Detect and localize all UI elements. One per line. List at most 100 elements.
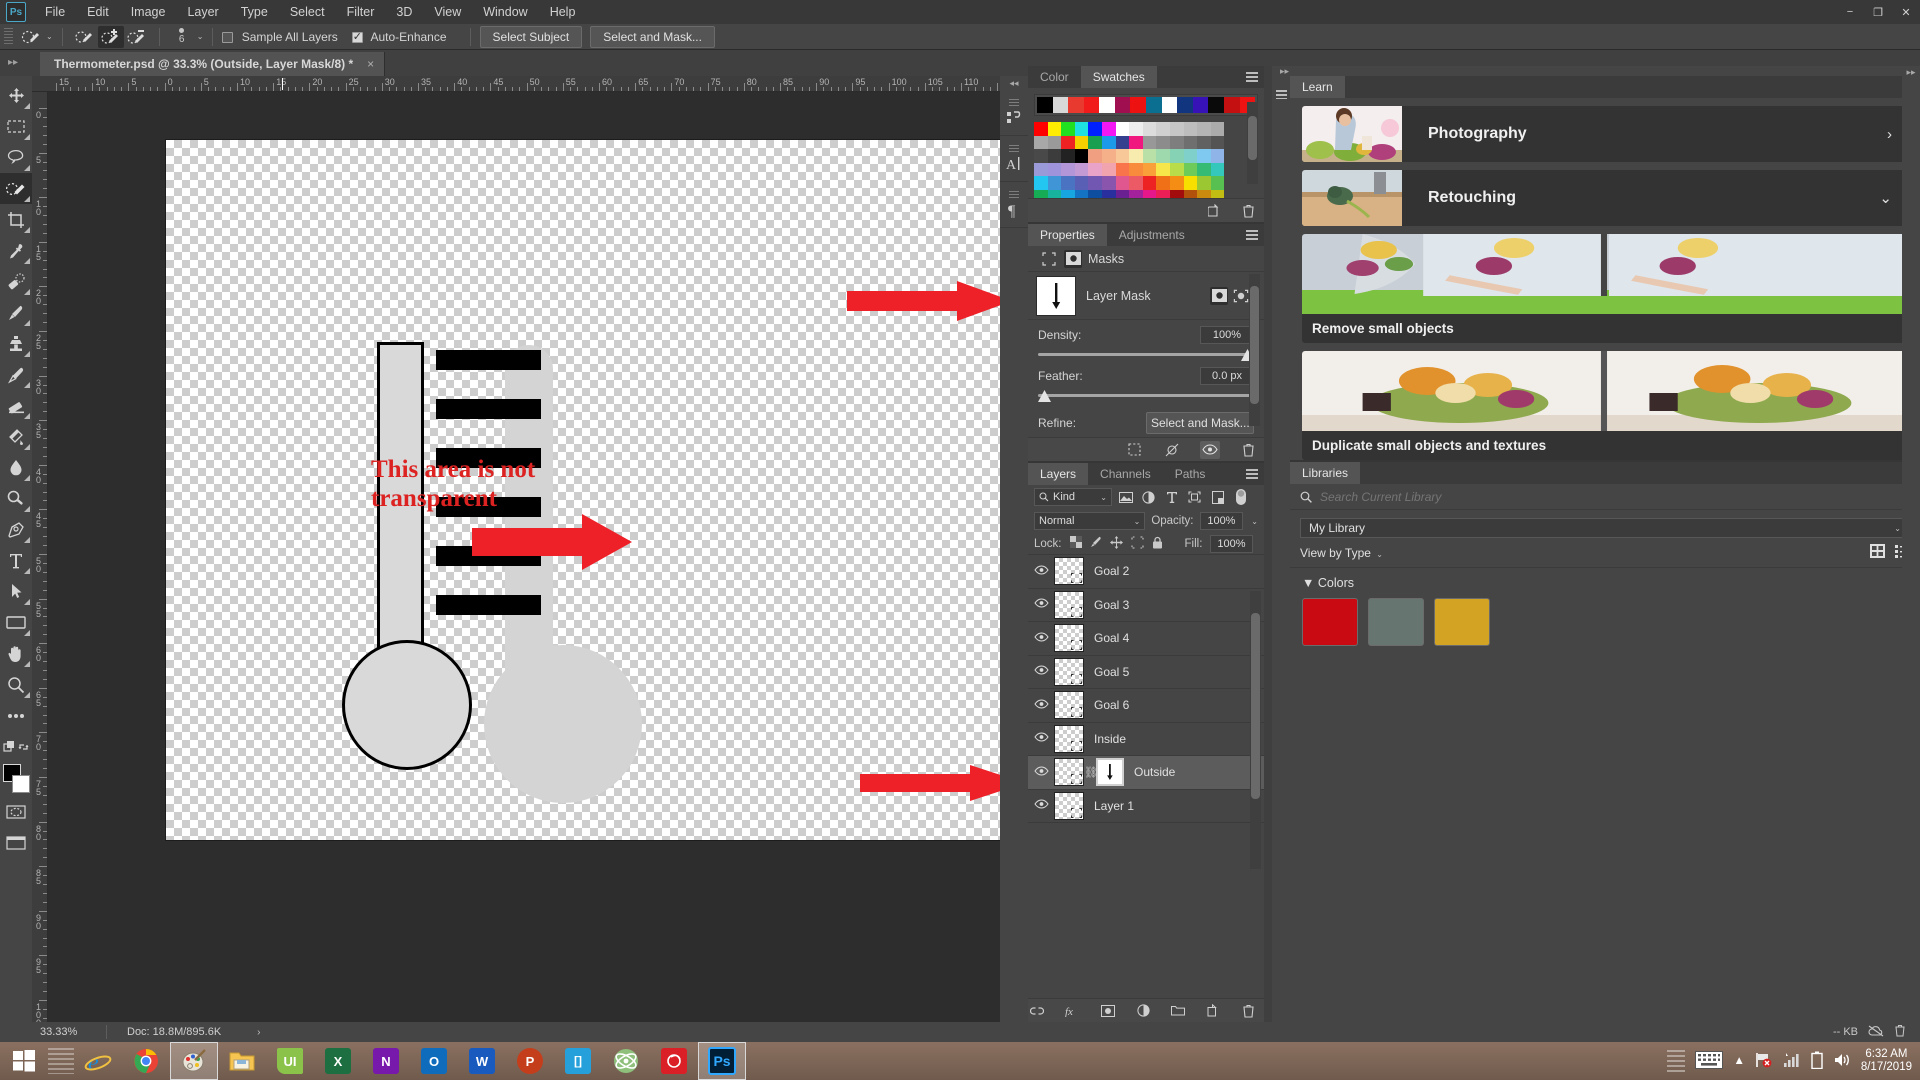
swatch[interactable] — [1074, 176, 1089, 190]
swatch[interactable] — [1101, 149, 1116, 163]
chevron-down-icon[interactable]: ⌄ — [1894, 524, 1901, 533]
taskbar-photoshop[interactable]: Ps — [698, 1042, 746, 1080]
brush-size-control[interactable]: 6 — [169, 28, 195, 45]
disclosure-triangle-icon[interactable]: ▼ — [1302, 576, 1314, 590]
panel-menu-icon[interactable] — [1246, 469, 1258, 479]
new-swatch-icon[interactable] — [1204, 202, 1224, 220]
swatch[interactable] — [1101, 122, 1116, 136]
layer-row[interactable]: Goal 5 — [1028, 656, 1264, 689]
properties-select-and-mask-button[interactable]: Select and Mask... — [1146, 412, 1254, 434]
swatch[interactable] — [1129, 149, 1143, 163]
menu-file[interactable]: File — [34, 0, 76, 24]
swatch[interactable] — [1156, 176, 1170, 190]
layer-visibility-eye-icon[interactable] — [1028, 598, 1054, 611]
select-and-mask-button[interactable]: Select and Mask... — [590, 25, 715, 48]
preset-chevron-down-icon[interactable]: ⌄ — [46, 32, 53, 41]
wifi-signal-icon[interactable] — [1783, 1052, 1801, 1071]
new-adjustment-layer-icon[interactable] — [1134, 1002, 1152, 1020]
layer-visibility-eye-icon[interactable] — [1028, 665, 1054, 678]
taskbar-excel[interactable]: X — [314, 1042, 362, 1080]
quick-mask-mode-icon[interactable] — [0, 796, 32, 827]
blur-tool[interactable] — [0, 452, 32, 483]
tab-layers[interactable]: Layers — [1028, 463, 1089, 485]
swatch[interactable] — [1061, 162, 1075, 177]
panel-menu-icon[interactable] — [1275, 90, 1287, 99]
swatch[interactable] — [1197, 176, 1211, 190]
library-color-chips[interactable] — [1302, 598, 1908, 646]
swatch[interactable] — [1047, 162, 1062, 177]
layer-visibility-eye-icon[interactable] — [1028, 799, 1054, 812]
chevron-down-icon[interactable]: ⌄ — [1100, 493, 1107, 502]
recent-swatch[interactable] — [1177, 97, 1193, 113]
layer-thumbnail[interactable] — [1054, 624, 1084, 653]
swatch[interactable] — [1088, 135, 1102, 150]
tab-properties[interactable]: Properties — [1028, 224, 1107, 246]
document-tab-thermometer[interactable]: Thermometer.psd @ 33.3% (Outside, Layer … — [40, 52, 386, 76]
layers-scrollbar[interactable] — [1250, 591, 1261, 869]
opacity-chevron-down-icon[interactable]: ⌄ — [1251, 517, 1258, 526]
properties-scrollbar[interactable] — [1249, 274, 1260, 426]
delete-swatch-trash-icon[interactable] — [1238, 202, 1258, 220]
artboard-transparent-checkerboard[interactable]: This area is not transparent — [166, 140, 1000, 840]
swatch[interactable] — [1197, 149, 1211, 163]
taskbar-grip-icon[interactable] — [48, 1048, 74, 1074]
chevron-down-icon[interactable]: ⌄ — [1376, 550, 1383, 559]
character-panel-icon[interactable]: A — [1000, 136, 1028, 182]
tab-paths[interactable]: Paths — [1163, 463, 1218, 485]
zoom-tool[interactable] — [0, 669, 32, 700]
start-button[interactable] — [0, 1042, 48, 1080]
taskbar-internet-explorer[interactable]: e — [74, 1042, 122, 1080]
link-layers-icon[interactable] — [1028, 1002, 1046, 1020]
swatch[interactable] — [1156, 122, 1170, 136]
swatch[interactable] — [1034, 176, 1048, 190]
load-selection-from-mask-icon[interactable] — [1124, 441, 1144, 459]
swatch[interactable] — [1129, 176, 1143, 190]
brush-chevron-down-icon[interactable]: ⌄ — [197, 32, 204, 41]
collapse-right-dock-icon[interactable]: ▸▸ — [1902, 66, 1920, 78]
lock-all-padlock-icon[interactable] — [1152, 536, 1163, 552]
swatch[interactable] — [1169, 162, 1184, 177]
tray-grip-icon[interactable] — [1667, 1050, 1686, 1072]
swatch-grid[interactable] — [1034, 122, 1258, 204]
taskbar-ui-app[interactable]: UI — [266, 1042, 314, 1080]
panel-menu-icon[interactable] — [1246, 72, 1258, 82]
learn-card-photography[interactable]: Photography › — [1302, 106, 1908, 162]
swatches-scrollbar[interactable] — [1247, 102, 1258, 184]
taskbar-atom[interactable] — [602, 1042, 650, 1080]
swatch[interactable] — [1156, 162, 1170, 177]
type-tool[interactable] — [0, 545, 32, 576]
filter-adjustment-layers-icon[interactable] — [1139, 488, 1158, 506]
cloud-sync-icon[interactable] — [1868, 1025, 1884, 1040]
recent-swatch[interactable] — [1099, 97, 1115, 113]
taskbar-onenote[interactable]: N — [362, 1042, 410, 1080]
swatch[interactable] — [1047, 135, 1062, 150]
hand-tool[interactable] — [0, 638, 32, 669]
scrollbar-thumb[interactable] — [1251, 613, 1260, 799]
battery-icon[interactable] — [1811, 1051, 1823, 1072]
density-value[interactable]: 100% — [1200, 326, 1254, 344]
swatch[interactable] — [1088, 149, 1102, 163]
paragraph-panel-icon[interactable]: ¶ — [1000, 182, 1028, 228]
panel-menu-icon[interactable] — [1246, 230, 1258, 240]
foreground-background-color-swatches[interactable] — [0, 762, 32, 796]
taskbar-word[interactable]: W — [458, 1042, 506, 1080]
swatch[interactable] — [1047, 122, 1062, 136]
layer-row[interactable]: Layer 1 — [1028, 790, 1264, 823]
menu-window[interactable]: Window — [472, 0, 538, 24]
tab-channels[interactable]: Channels — [1088, 463, 1163, 485]
swatch[interactable] — [1210, 176, 1225, 190]
swatch[interactable] — [1034, 162, 1048, 177]
library-color-chip[interactable] — [1434, 598, 1490, 646]
recent-swatch[interactable] — [1052, 97, 1069, 113]
minimize-button[interactable]: − — [1836, 0, 1864, 24]
layer-row[interactable]: Goal 4 — [1028, 622, 1264, 656]
screen-mode-icon[interactable] — [0, 827, 32, 858]
tab-libraries[interactable]: Libraries — [1290, 462, 1361, 484]
vertical-ruler[interactable]: 0 5 1 0 1 5 2 0 2 5 3 0 3 5 4 0 4 5 5 0 5 5 6 0 6 5 7 … — [32, 92, 48, 1030]
rectangular-marquee-tool[interactable] — [0, 111, 32, 142]
layer-row[interactable]: Inside — [1028, 723, 1264, 756]
maximize-button[interactable]: ❐ — [1864, 0, 1892, 24]
library-color-chip[interactable] — [1368, 598, 1424, 646]
vector-mask-icon[interactable] — [1064, 249, 1082, 268]
horizontal-ruler[interactable]: 1510505101520253035404550556065707580859… — [32, 76, 1000, 92]
